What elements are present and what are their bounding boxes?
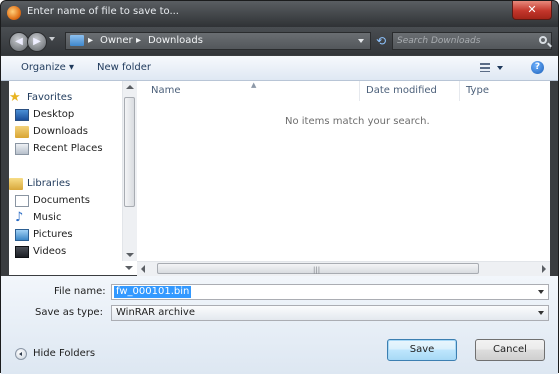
column-header-date-modified[interactable]: Date modified	[366, 85, 437, 96]
scroll-left-arrow-icon[interactable]	[141, 265, 145, 273]
file-name-value[interactable]: fw_000101.bin	[114, 286, 192, 298]
grip-icon: |||	[313, 266, 321, 274]
refresh-icon[interactable]: ⟲	[373, 32, 389, 50]
file-list: ▲ Name Date modified Type No items match…	[137, 81, 550, 261]
nav-pane-footer	[9, 261, 137, 275]
save-as-type-label: Save as type:	[35, 307, 103, 318]
title-bar: Enter name of file to save to... ✕	[1, 1, 558, 27]
column-divider[interactable]	[359, 81, 360, 101]
videos-icon	[15, 246, 29, 258]
music-icon: ♪	[15, 210, 24, 225]
scroll-down-arrow-icon[interactable]	[126, 253, 134, 257]
sort-arrow-icon: ▲	[251, 81, 257, 89]
command-bar: Organize ▾ New folder ?	[1, 56, 558, 81]
search-box[interactable]: Search Downloads	[392, 32, 552, 50]
breadcrumb-separator: ▸	[88, 35, 94, 46]
hide-folders-label: Hide Folders	[33, 348, 96, 359]
search-input[interactable]: Search Downloads	[397, 36, 480, 46]
downloads-folder-icon	[15, 126, 29, 138]
column-header-type[interactable]: Type	[466, 85, 489, 96]
star-icon: ★	[9, 90, 21, 105]
libraries-icon	[9, 178, 23, 190]
nav-vertical-scrollbar[interactable]	[122, 81, 137, 261]
address-row: ◀ ▶ ▸ Owner ▸ Downloads ⟲ Search Downloa…	[1, 27, 558, 55]
file-name-label: File name:	[54, 286, 106, 297]
column-header-name[interactable]: Name	[151, 85, 181, 96]
save-button[interactable]: Save	[387, 339, 457, 361]
save-file-dialog: Enter name of file to save to... ✕ ◀ ▶ ▸…	[0, 0, 559, 374]
cancel-button[interactable]: Cancel	[475, 339, 545, 361]
scroll-thumb[interactable]	[124, 97, 135, 207]
address-dropdown-icon[interactable]	[358, 39, 364, 43]
save-options-panel: File name: fw_000101.bin Save as type: W…	[1, 276, 558, 374]
save-as-type-value: WinRAR archive	[116, 307, 195, 318]
back-button[interactable]: ◀	[9, 32, 29, 52]
chevron-down-icon[interactable]	[538, 290, 544, 294]
help-icon[interactable]: ?	[531, 61, 544, 74]
hide-folders-button[interactable]: Hide Folders	[15, 347, 95, 363]
scroll-down-arrow-icon[interactable]	[125, 266, 133, 270]
desktop-icon	[15, 109, 29, 121]
views-icon[interactable]	[480, 63, 490, 72]
file-name-field[interactable]: fw_000101.bin	[111, 284, 549, 300]
scroll-thumb[interactable]: |||	[157, 263, 479, 274]
organize-button[interactable]: Organize ▾	[21, 62, 74, 73]
documents-icon	[15, 195, 29, 207]
scroll-right-arrow-icon[interactable]	[542, 265, 546, 273]
address-bar[interactable]: ▸ Owner ▸ Downloads	[65, 32, 371, 50]
breadcrumb-owner[interactable]: Owner	[100, 35, 133, 46]
close-button[interactable]: ✕	[512, 1, 552, 20]
firefox-icon	[7, 6, 21, 20]
chevron-down-icon[interactable]	[538, 311, 544, 315]
navigation-pane: ★ Favorites Desktop Downloads Recent Pla…	[9, 81, 122, 261]
forward-button[interactable]: ▶	[27, 32, 47, 52]
horizontal-scrollbar[interactable]: |||	[137, 261, 550, 276]
breadcrumb-downloads[interactable]: Downloads	[148, 35, 203, 46]
column-divider[interactable]	[459, 81, 460, 101]
recent-places-icon	[15, 143, 29, 155]
save-as-type-select[interactable]: WinRAR archive	[111, 305, 549, 321]
recent-pages-dropdown[interactable]	[49, 37, 55, 41]
pictures-icon	[15, 229, 29, 241]
window-title: Enter name of file to save to...	[27, 6, 179, 17]
views-dropdown-icon[interactable]	[497, 66, 503, 70]
folder-icon	[70, 35, 84, 46]
search-icon[interactable]	[539, 36, 547, 44]
breadcrumb-separator: ▸	[136, 35, 142, 46]
new-folder-button[interactable]: New folder	[97, 62, 151, 73]
scroll-up-arrow-icon[interactable]	[126, 85, 134, 89]
empty-message: No items match your search.	[285, 116, 430, 127]
collapse-arrow-icon	[15, 348, 27, 360]
